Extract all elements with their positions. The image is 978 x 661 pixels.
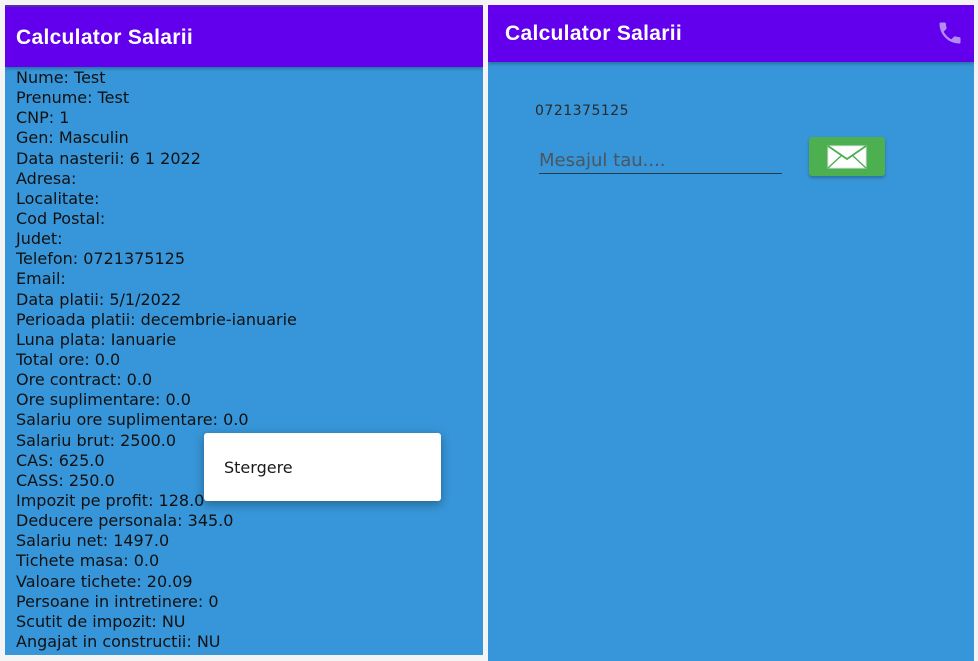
employee-details-list[interactable]: Nume: Test Prenume: Test CNP: 1 Gen: Mas…	[16, 68, 297, 652]
detail-tichete-masa: Tichete masa: 0.0	[16, 551, 160, 571]
detail-persoane-in-intretinere: Persoane in intretinere: 0	[16, 591, 219, 611]
detail-telefon: Telefon: 0721375125	[16, 249, 186, 269]
detail-luna-plata: Luna plata: Ianuarie	[16, 329, 177, 349]
detail-nume: Nume: Test	[16, 68, 106, 87]
envelope-icon	[827, 145, 867, 169]
send-button[interactable]	[809, 137, 885, 176]
detail-salariu-ore-suplimentare: Salariu ore suplimentare: 0.0	[16, 410, 249, 430]
app-title: Calculator Salarii	[505, 22, 682, 45]
phone-number: 0721375125	[535, 103, 630, 119]
context-menu: Stergere	[204, 433, 441, 501]
detail-email: Email:	[16, 269, 66, 289]
detail-total-ore: Total ore: 0.0	[16, 349, 121, 369]
detail-data-nasterii: Data nasterii: 6 1 2022	[16, 148, 201, 168]
detail-deducere-personala: Deducere personala: 345.0	[16, 511, 234, 531]
detail-valoare-tichete: Valoare tichete: 20.09	[16, 571, 193, 591]
detail-judet: Judet:	[16, 229, 63, 249]
detail-ore-contract: Ore contract: 0.0	[16, 370, 153, 390]
salary-details-screen: Calculator Salarii Nume: Test Prenume: T…	[5, 5, 483, 655]
detail-ore-suplimentare: Ore suplimentare: 0.0	[16, 390, 191, 410]
detail-scutit-de-impozit: Scutit de impozit: NU	[16, 611, 186, 631]
detail-salariu-net: Salariu net: 1497.0	[16, 531, 170, 551]
detail-cnp: CNP: 1	[16, 108, 70, 128]
detail-cod-postal: Cod Postal:	[16, 208, 106, 228]
message-input[interactable]	[539, 147, 782, 174]
app-title: Calculator Salarii	[16, 26, 193, 49]
send-message-screen: Calculator Salarii 0721375125	[488, 5, 974, 661]
app-bar: Calculator Salarii	[5, 5, 483, 67]
app-bar: Calculator Salarii	[488, 5, 974, 62]
phone-icon[interactable]	[936, 19, 964, 47]
detail-data-platii: Data platii: 5/1/2022	[16, 289, 182, 309]
menu-item-stergere[interactable]: Stergere	[224, 458, 293, 477]
detail-angajat-in-constructii: Angajat in constructii: NU	[16, 631, 221, 651]
detail-localitate: Localitate:	[16, 188, 100, 208]
detail-gen: Gen: Masculin	[16, 128, 129, 148]
detail-perioada-platii: Perioada platii: decembrie-ianuarie	[16, 309, 297, 329]
detail-adresa: Adresa:	[16, 168, 77, 188]
detail-prenume: Prenume: Test	[16, 88, 130, 108]
